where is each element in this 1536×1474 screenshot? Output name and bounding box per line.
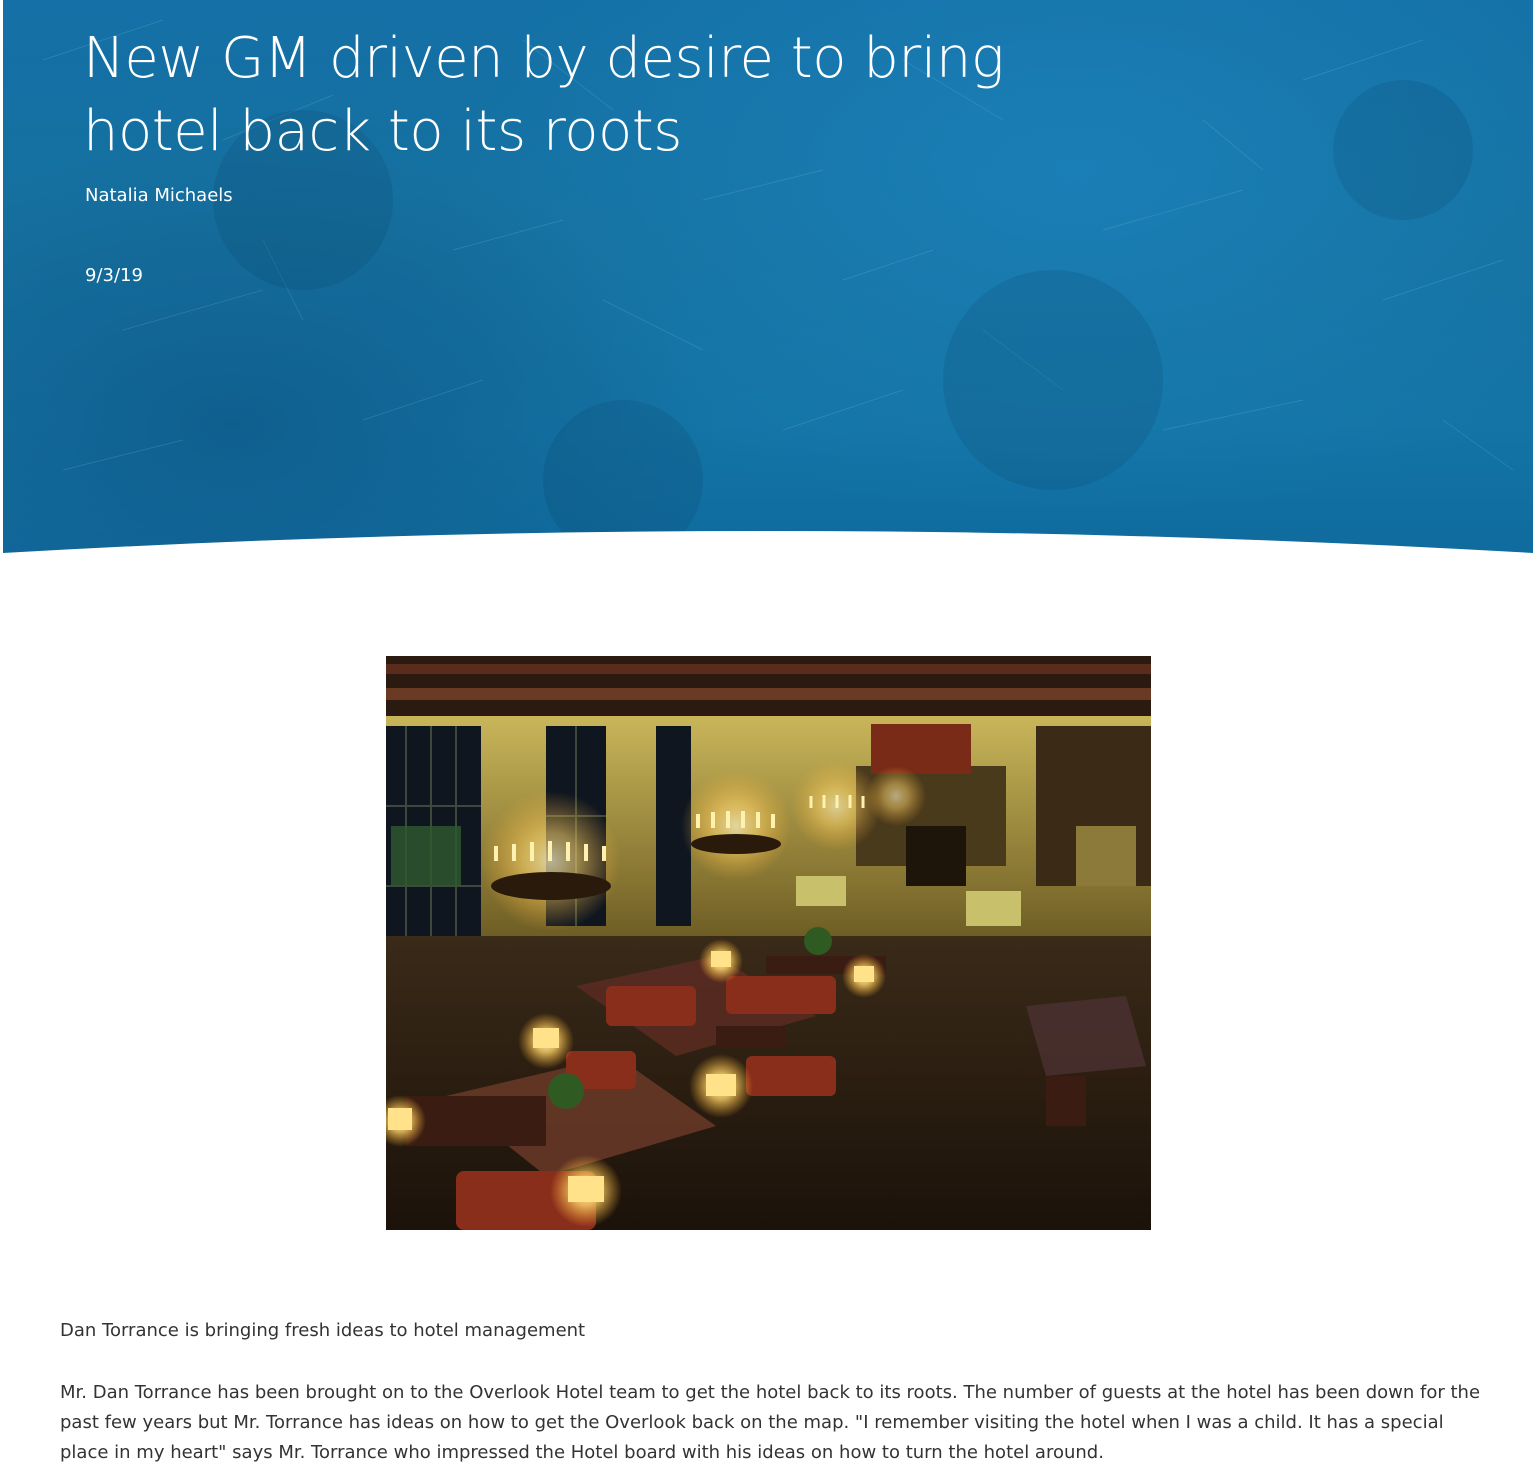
hotel-lobby-illustration — [386, 656, 1151, 1230]
hero-banner: New GM driven by desire to bring hotel b… — [3, 0, 1533, 566]
article-subheading: Dan Torrance is bringing fresh ideas to … — [60, 1320, 586, 1341]
article-title: New GM driven by desire to bring hotel b… — [83, 26, 1005, 164]
hotel-lobby-photo — [386, 656, 1151, 1230]
article-author: Natalia Michaels — [85, 185, 233, 206]
hero-curve-divider — [3, 531, 1533, 566]
article-body-paragraph: Mr. Dan Torrance has been brought on to … — [60, 1382, 1481, 1463]
article-date: 9/3/19 — [85, 265, 143, 286]
